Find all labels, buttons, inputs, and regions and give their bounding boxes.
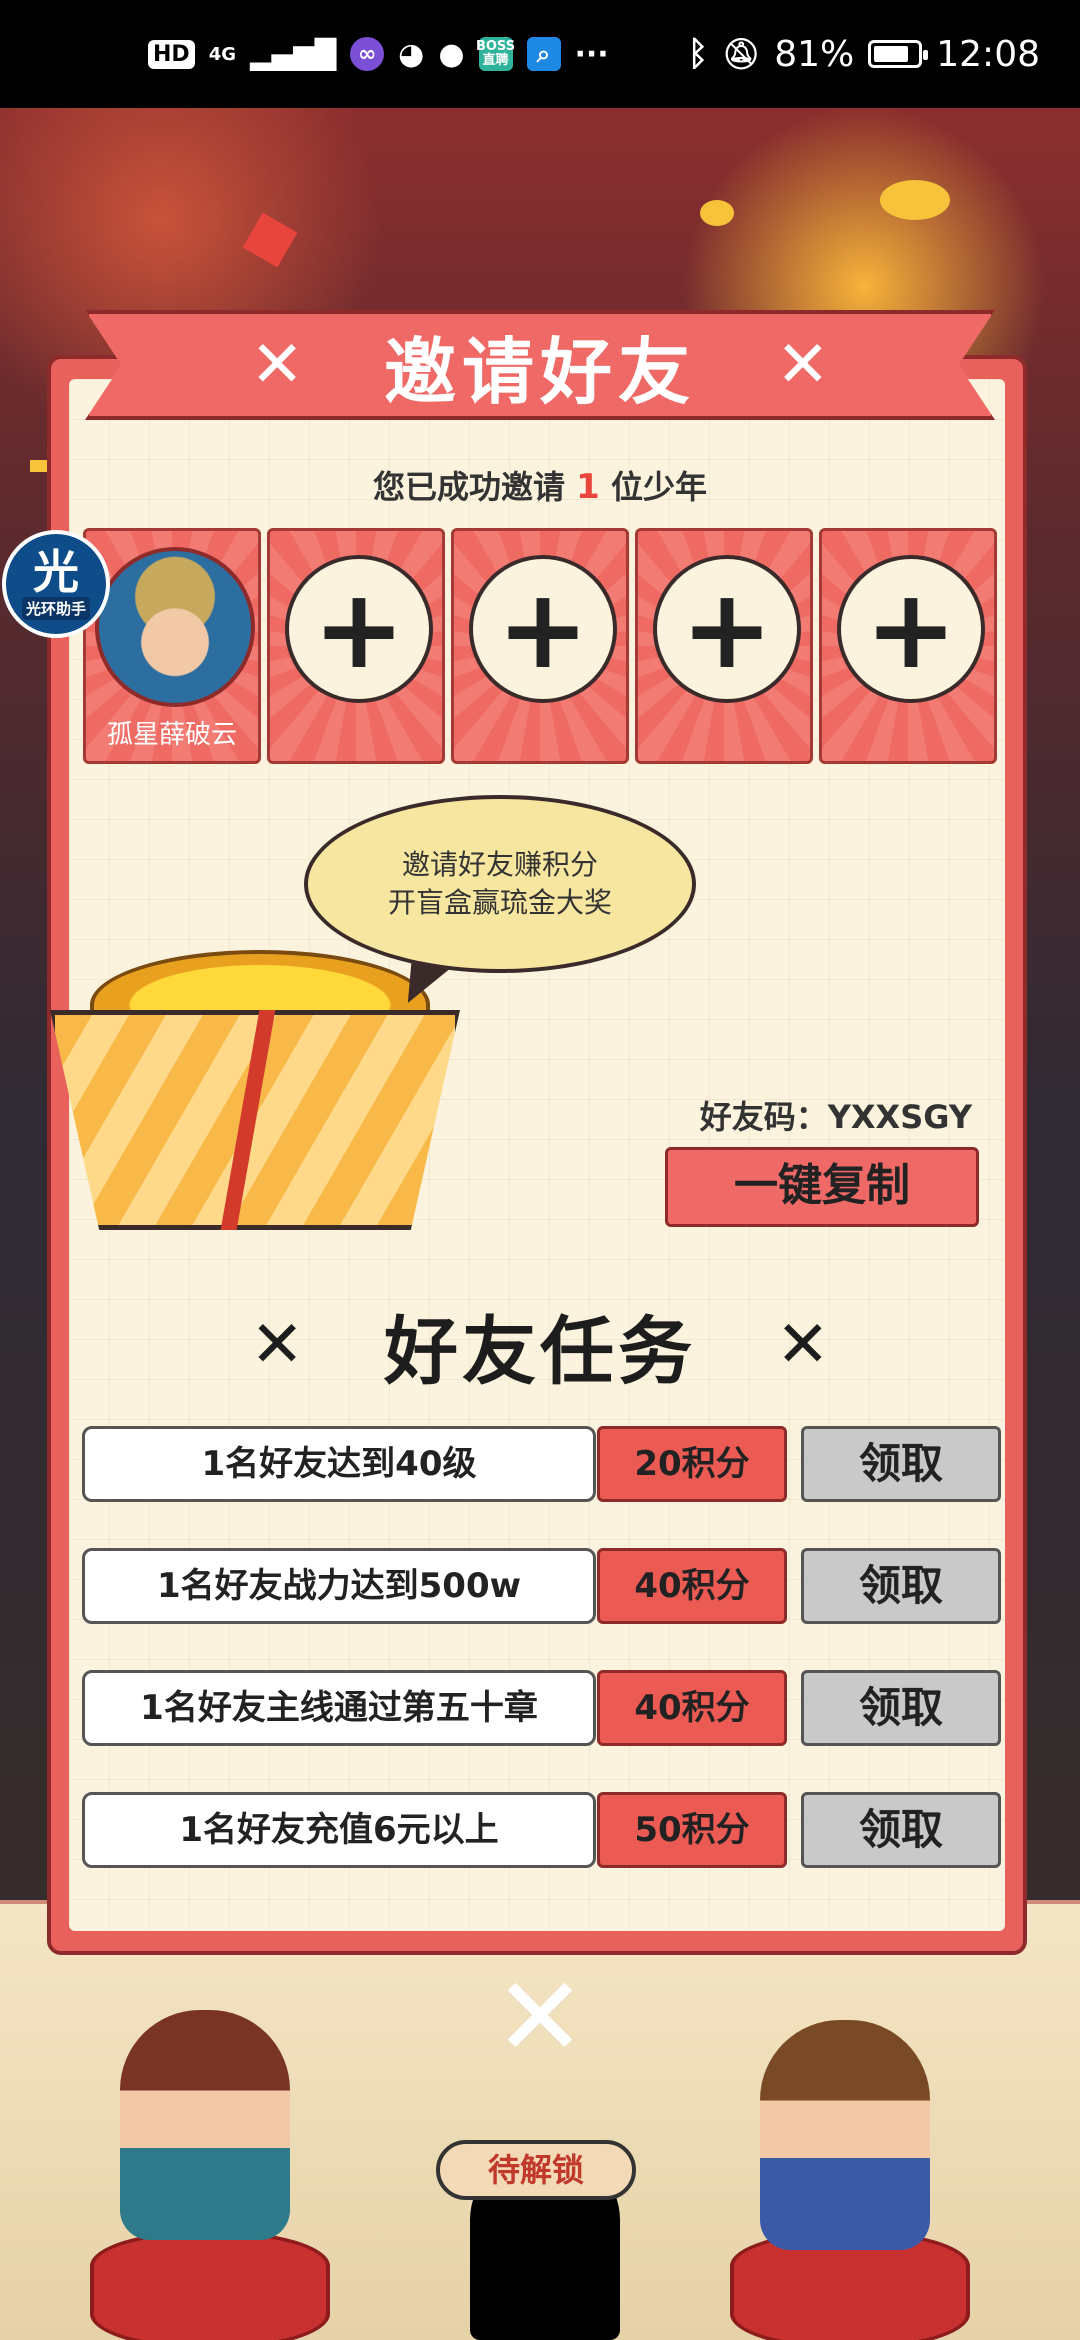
battery-icon xyxy=(868,40,929,68)
mute-bell-icon: 🔕︎ xyxy=(722,36,761,72)
invited-suffix: 位少年 xyxy=(610,468,707,506)
clock: 12:08 xyxy=(936,33,1040,75)
helper-badge-label: 光环助手 xyxy=(21,596,90,620)
friend-code: 好友码：YXXSGY xyxy=(600,1092,990,1138)
close-icon[interactable]: ✕ xyxy=(488,1962,592,2072)
hero-chibi-right[interactable] xyxy=(760,2020,930,2250)
wechat-icon: ◕ xyxy=(398,36,425,72)
friend-slot-4[interactable]: + xyxy=(635,528,813,764)
pedestal-left xyxy=(90,2230,330,2340)
claim-button[interactable]: 领取 xyxy=(801,1548,1001,1624)
more-icon: ··· xyxy=(574,36,609,72)
message-icon: ● xyxy=(438,36,465,72)
tasks-cross-left-icon: ✕ xyxy=(250,1308,304,1382)
friend-code-value: YXXSGY xyxy=(827,1098,972,1136)
claim-button[interactable]: 领取 xyxy=(801,1426,1001,1502)
hero-chibi-left[interactable] xyxy=(120,2010,290,2240)
friend-slot-1[interactable]: 孤星薛破云 xyxy=(83,528,261,764)
task-row: 1名好友战力达到500w 40积分 领取 xyxy=(82,1548,1002,1624)
tasks-cross-right-icon: ✕ xyxy=(776,1308,830,1382)
task-row: 1名好友主线通过第五十章 40积分 领取 xyxy=(82,1670,1002,1746)
add-friend-plus-icon: + xyxy=(285,555,433,703)
task-points: 20积分 xyxy=(597,1426,787,1502)
claim-button[interactable]: 领取 xyxy=(801,1670,1001,1746)
helper-app-badge[interactable]: 光 光环助手 xyxy=(2,530,110,638)
task-row: 1名好友达到40级 20积分 领取 xyxy=(82,1426,1002,1502)
friend-code-label: 好友码： xyxy=(699,1098,828,1136)
tasks-header: ✕ 好友任务 ✕ xyxy=(0,1290,1080,1400)
boss-app-icon: BOSS直聘 xyxy=(476,37,515,71)
battery-percent: 81% xyxy=(774,33,855,75)
hd-icon: HD xyxy=(148,39,195,69)
infinity-app-icon: ∞ xyxy=(350,37,385,71)
add-friend-plus-icon: + xyxy=(837,555,985,703)
friend-slot-5[interactable]: + xyxy=(819,528,997,764)
task-description: 1名好友充值6元以上 xyxy=(82,1792,596,1868)
task-description: 1名好友达到40级 xyxy=(82,1426,596,1502)
signal-icon: ▂▄▆█ xyxy=(250,37,337,71)
bubble-line-2: 开盲盒赢琉金大奖 xyxy=(387,886,612,919)
status-left: HD 4G ▂▄▆█ ∞ ◕ ● BOSS直聘 ⌕ ··· xyxy=(148,37,609,72)
task-description: 1名好友主线通过第五十章 xyxy=(82,1670,596,1746)
task-row: 1名好友充值6元以上 50积分 领取 xyxy=(82,1792,1002,1868)
add-friend-plus-icon: + xyxy=(653,555,801,703)
confetti xyxy=(880,180,950,220)
task-points: 50积分 xyxy=(597,1792,787,1868)
confetti xyxy=(700,200,734,226)
invited-count: 1 xyxy=(576,467,600,507)
invited-count-line: 您已成功邀请 1 位少年 xyxy=(0,462,1080,508)
claim-button[interactable]: 领取 xyxy=(801,1792,1001,1868)
friend-slot-2[interactable]: + xyxy=(267,528,445,764)
status-bar: HD 4G ▂▄▆█ ∞ ◕ ● BOSS直聘 ⌕ ··· ᛒ 🔕︎ 81% 1… xyxy=(0,0,1080,108)
copy-code-button[interactable]: 一键复制 xyxy=(665,1147,979,1227)
bluetooth-icon: ᛒ xyxy=(687,34,709,74)
banner-cross-left-icon: ✕ xyxy=(250,328,304,402)
banner-cross-right-icon: ✕ xyxy=(776,328,830,402)
task-points: 40积分 xyxy=(597,1670,787,1746)
invited-prefix: 您已成功邀请 xyxy=(373,468,566,506)
tasks-title: 好友任务 xyxy=(384,1308,696,1395)
unlock-tag: 待解锁 xyxy=(436,2140,636,2200)
status-right: ᛒ 🔕︎ 81% 12:08 xyxy=(688,34,1040,75)
add-friend-plus-icon: + xyxy=(469,555,617,703)
search-app-icon: ⌕ xyxy=(526,37,561,71)
friend-name: 孤星薛破云 xyxy=(106,720,237,750)
task-description: 1名好友战力达到500w xyxy=(82,1548,596,1624)
task-points: 40积分 xyxy=(597,1548,787,1624)
friend-avatar xyxy=(95,547,255,707)
title-banner: ✕ 邀请好友 ✕ xyxy=(85,310,995,420)
network-label: 4G xyxy=(208,43,236,65)
speech-bubble: 邀请好友赚积分 开盲盒赢琉金大奖 xyxy=(304,795,696,973)
helper-badge-glyph: 光 xyxy=(33,544,79,599)
bubble-line-1: 邀请好友赚积分 xyxy=(401,848,598,881)
dialog-title: 邀请好友 xyxy=(383,329,696,414)
friend-slot-3[interactable]: + xyxy=(451,528,629,764)
